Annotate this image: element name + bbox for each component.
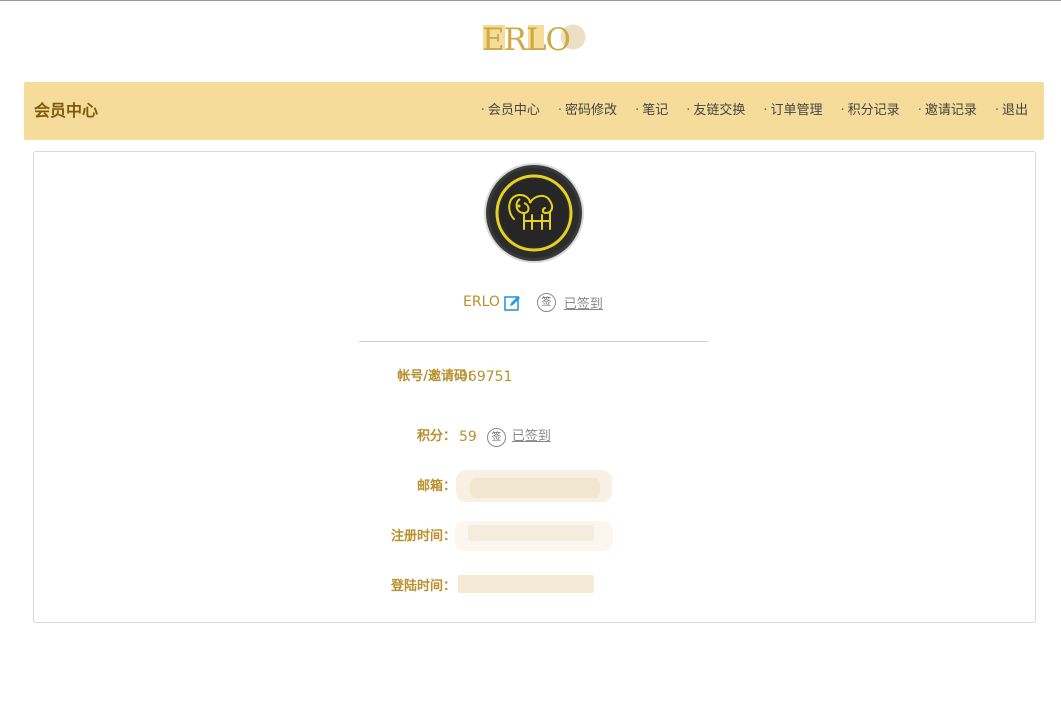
nav-item-notes[interactable]: · 笔记 (635, 101, 668, 121)
nav-item-label: 邀请记录 (924, 103, 977, 118)
account-value: 069751 (459, 369, 513, 385)
divider (359, 341, 708, 342)
email-label: 邮箱： (416, 479, 456, 494)
register-time-label: 注册时间： (390, 529, 456, 544)
register-time-redacted-inner (468, 525, 594, 541)
elephant-icon (486, 165, 582, 261)
nav-item-label: 退出 (1001, 103, 1028, 118)
nav-item-member-center[interactable]: · 会员中心 (481, 101, 540, 121)
login-time-redacted (458, 575, 594, 593)
sign-in-icon: 签 (536, 292, 556, 312)
nav-item-label: 友链交换 (693, 103, 746, 118)
nav-bullet: · (994, 103, 999, 118)
nav-item-label: 密码修改 (565, 103, 618, 118)
site-logo[interactable]: ERLO (482, 20, 587, 54)
top-border-line (0, 0, 1061, 1)
email-value-redacted-inner (470, 478, 600, 498)
nav-bullet: · (480, 103, 485, 118)
points-value: 59 (459, 429, 477, 445)
nav-item-label: 订单管理 (770, 103, 823, 118)
nav-item-label: 会员中心 (487, 103, 540, 118)
nav-bullet: · (686, 103, 691, 118)
edit-icon[interactable] (504, 294, 521, 311)
nav-item-invite-log[interactable]: · 邀请记录 (918, 101, 977, 121)
nav-item-points-log[interactable]: · 积分记录 (841, 101, 900, 121)
signed-in-link[interactable]: 已签到 (564, 293, 603, 312)
avatar[interactable] (484, 163, 584, 263)
nav-item-logout[interactable]: · 退出 (995, 101, 1028, 121)
sign-in-icon: 签 (486, 427, 506, 447)
nav-bullet: · (763, 103, 768, 118)
nav-item-link-exchange[interactable]: · 友链交换 (686, 101, 745, 121)
nav-item-password[interactable]: · 密码修改 (558, 101, 617, 121)
page-title: 会员中心 (34, 101, 99, 120)
header-bar: 会员中心 · 会员中心 · 密码修改 · 笔记 · 友链交换 · 订单管理 · 积分记录 ·… (24, 82, 1044, 140)
nav-item-orders[interactable]: · 订单管理 (763, 101, 822, 121)
nav-bullet: · (635, 103, 640, 118)
points-label: 积分： (416, 429, 456, 444)
nav-bullet: · (917, 103, 922, 118)
nav-item-label: 积分记录 (847, 103, 900, 118)
nav-item-label: 笔记 (642, 103, 669, 118)
nav-bullet: · (840, 103, 845, 118)
signed-in-link[interactable]: 已签到 (512, 427, 551, 447)
member-nav: · 会员中心 · 密码修改 · 笔记 · 友链交换 · 订单管理 · 积分记录 · 邀请记录 … (463, 101, 1028, 121)
username: ERLO (463, 294, 500, 310)
username-row: ERLO 签 已签到 (463, 291, 603, 313)
logo-text: ERLO (482, 22, 570, 54)
points-row: 59 签 已签到 (459, 427, 551, 447)
nav-bullet: · (557, 103, 563, 118)
login-time-label: 登陆时间： (390, 579, 456, 594)
